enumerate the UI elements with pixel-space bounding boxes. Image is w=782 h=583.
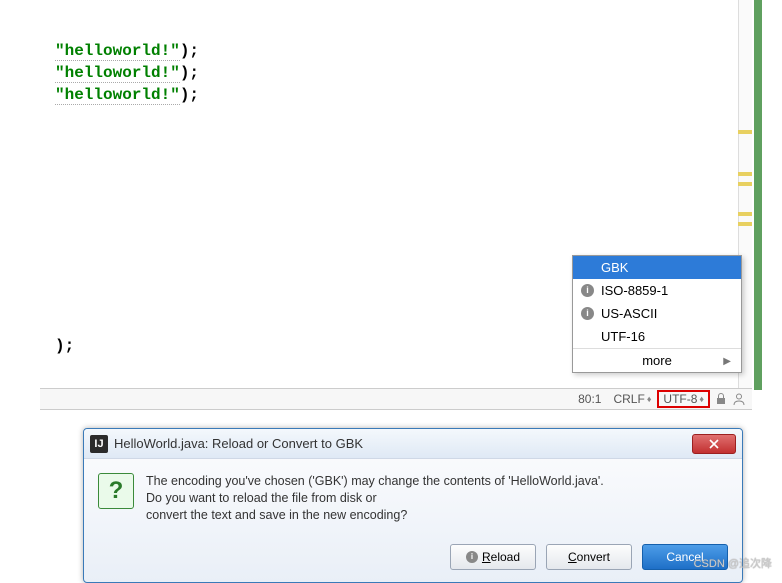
warning-marker[interactable] bbox=[738, 172, 752, 176]
chevron-right-icon: ▶ bbox=[723, 356, 731, 367]
button-label: Convert bbox=[568, 550, 610, 564]
dialog-body: ? The encoding you've chosen ('GBK') may… bbox=[84, 459, 742, 538]
intellij-icon: IJ bbox=[90, 435, 108, 453]
dialog-buttons: i Reload Convert Cancel bbox=[84, 538, 742, 582]
code-string: "helloworld!"); bbox=[55, 42, 199, 61]
lock-icon[interactable] bbox=[714, 392, 728, 406]
code-string: "helloworld!"); bbox=[55, 86, 199, 105]
encoding-option-iso[interactable]: i ISO-8859-1 bbox=[573, 279, 741, 302]
code-fragment: ); bbox=[55, 335, 74, 357]
status-bar: 80:1 CRLF♦ UTF-8♦ bbox=[40, 388, 752, 410]
dialog-title: HelloWorld.java: Reload or Convert to GB… bbox=[114, 436, 692, 451]
menu-item-label: ISO-8859-1 bbox=[601, 283, 668, 298]
warning-marker[interactable] bbox=[738, 130, 752, 134]
menu-item-label: more bbox=[642, 353, 672, 368]
chevron-down-icon: ♦ bbox=[647, 394, 652, 404]
encoding-option-ascii[interactable]: i US-ASCII bbox=[573, 302, 741, 325]
close-icon bbox=[708, 439, 720, 449]
dialog-titlebar[interactable]: IJ HelloWorld.java: Reload or Convert to… bbox=[84, 429, 742, 459]
info-icon: i bbox=[581, 307, 594, 320]
menu-item-label: US-ASCII bbox=[601, 306, 657, 321]
reload-button[interactable]: i Reload bbox=[450, 544, 536, 570]
convert-button[interactable]: Convert bbox=[546, 544, 632, 570]
info-icon: i bbox=[581, 284, 594, 297]
menu-item-label: UTF-16 bbox=[601, 329, 645, 344]
encoding-option-gbk[interactable]: GBK bbox=[573, 256, 741, 279]
warning-marker[interactable] bbox=[738, 212, 752, 216]
code-string: "helloworld!"); bbox=[55, 64, 199, 83]
info-icon: i bbox=[466, 551, 478, 563]
watermark: CSDN @追次降 bbox=[694, 555, 772, 571]
menu-item-label: GBK bbox=[601, 260, 628, 275]
encoding-option-utf16[interactable]: UTF-16 bbox=[573, 325, 741, 348]
button-label: Reload bbox=[482, 550, 520, 564]
warning-marker[interactable] bbox=[738, 182, 752, 186]
chevron-down-icon: ♦ bbox=[699, 394, 704, 404]
code-lines: "helloworld!"); "helloworld!"); "hellowo… bbox=[55, 40, 199, 106]
encoding-popup-menu[interactable]: GBK i ISO-8859-1 i US-ASCII UTF-16 more … bbox=[572, 255, 742, 373]
editor-stripe bbox=[754, 0, 762, 390]
question-icon: ? bbox=[98, 473, 134, 509]
encoding-more[interactable]: more ▶ bbox=[573, 348, 741, 372]
convert-dialog: IJ HelloWorld.java: Reload or Convert to… bbox=[83, 428, 743, 583]
warning-marker[interactable] bbox=[738, 222, 752, 226]
cursor-position[interactable]: 80:1 bbox=[572, 392, 607, 406]
close-button[interactable] bbox=[692, 434, 736, 454]
dialog-message: The encoding you've chosen ('GBK') may c… bbox=[146, 473, 728, 524]
encoding-selector[interactable]: UTF-8♦ bbox=[657, 390, 710, 408]
line-ending-selector[interactable]: CRLF♦ bbox=[607, 392, 657, 406]
person-icon[interactable] bbox=[732, 392, 746, 406]
